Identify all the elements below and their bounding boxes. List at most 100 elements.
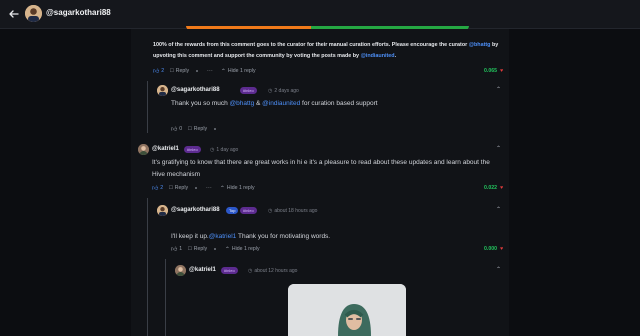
comment-timestamp: ◷ 1 day ago	[210, 147, 238, 153]
community-badge[interactable]: #inleo	[240, 87, 257, 94]
vote-count: 1	[179, 246, 183, 252]
hide-replies-label: Hide 1 reply	[231, 246, 260, 252]
share-icon: ∘	[194, 185, 198, 192]
share-button[interactable]: ∘	[194, 185, 200, 192]
chevron-up-icon: ⌃	[224, 246, 230, 253]
thumbs-up-icon: 👍︎	[171, 247, 178, 253]
reply-label: Reply	[175, 68, 190, 74]
avatar[interactable]	[157, 205, 168, 216]
reply-button[interactable]: □ Reply	[188, 246, 207, 252]
comment-timestamp: ◷ 2 days ago	[268, 88, 299, 94]
comment-author[interactable]: @katriel1	[152, 146, 179, 152]
clock-icon: ◷	[248, 268, 253, 274]
reply-text-2: for curation based support	[300, 100, 378, 107]
reply-label: Reply	[174, 185, 189, 191]
reply-actions: 👍︎ 0 □ Reply ∘	[171, 125, 225, 133]
collapse-icon[interactable]: ⌃	[496, 86, 501, 93]
more-icon: ···	[205, 185, 212, 191]
back-arrow-icon[interactable]	[8, 8, 20, 20]
curation-text-1: 100% of the rewards from this comment go…	[153, 42, 468, 48]
comment-body: It's gratifying to know that there are g…	[152, 157, 502, 181]
comment-timestamp: ◷ about 12 hours ago	[248, 268, 297, 274]
comment-icon: □	[188, 126, 192, 132]
upvote-button[interactable]: 👍︎ 1	[171, 245, 182, 253]
comment-author[interactable]: @sagarkothari88	[171, 207, 220, 213]
community-badge[interactable]: #inleo	[240, 207, 257, 214]
reply-text-1: I'll keep it up.	[171, 233, 209, 240]
hide-replies-button[interactable]: ⌃ Hide 1 reply	[220, 185, 255, 192]
avatar[interactable]	[138, 144, 149, 155]
community-link[interactable]: @indiaunited	[361, 53, 395, 59]
collapse-icon[interactable]: ⌃	[496, 145, 501, 152]
reply-text-1: Thank you so much	[171, 100, 228, 107]
curator-link[interactable]: @bhattg	[469, 42, 491, 48]
avatar[interactable]	[157, 85, 168, 96]
avatar[interactable]	[175, 265, 186, 276]
reply-button[interactable]: □ Reply	[188, 126, 207, 132]
comment-icon: □	[188, 246, 192, 252]
share-button[interactable]: ∘	[213, 126, 219, 133]
comment-text-1: It's gratifying to know that there are g…	[152, 159, 461, 166]
downvote-icon[interactable]: ♥︎	[500, 246, 503, 252]
payout-amount: 0.000	[484, 246, 497, 252]
comment-author[interactable]: @katriel1	[189, 267, 216, 273]
curation-text-3: .	[394, 53, 397, 59]
community-badge[interactable]: #inleo	[221, 267, 238, 274]
thread-line	[165, 259, 166, 336]
comment-timestamp: ◷ about 18 hours ago	[268, 208, 317, 214]
downvote-icon[interactable]: ♥︎	[500, 185, 503, 191]
clock-icon: ◷	[268, 88, 273, 94]
share-button[interactable]: ∘	[213, 246, 219, 253]
reply-label: Reply	[193, 246, 208, 252]
reply-body: I'll keep it up.@katriel1 Thank you for …	[171, 231, 491, 243]
comment-author[interactable]: @sagarkothari88	[171, 87, 220, 93]
top-badge[interactable]: Top	[226, 207, 239, 214]
community-badge[interactable]: #inleo	[184, 146, 201, 153]
upvote-button[interactable]: 👍︎ 2	[152, 184, 163, 192]
time-text: 1 day ago	[216, 147, 239, 153]
more-button[interactable]: ···	[206, 185, 214, 191]
payout-amount: 0.065	[484, 68, 497, 74]
reply-button[interactable]: □ Reply	[169, 185, 188, 191]
vote-count: 2	[161, 68, 165, 74]
time-text: about 18 hours ago	[274, 208, 318, 214]
time-text: about 12 hours ago	[254, 268, 298, 274]
share-icon: ∘	[213, 126, 217, 133]
comment-actions: 👍︎ 2 □ Reply ∘ ··· ⌃ Hide 1 reply	[152, 184, 261, 192]
share-icon: ∘	[213, 246, 217, 253]
mention-link[interactable]: @bhattg	[230, 100, 255, 107]
mention-link[interactable]: @indiaunited	[262, 100, 300, 107]
hide-replies-button[interactable]: ⌃ Hide 1 reply	[225, 246, 260, 253]
share-button[interactable]: ∘	[195, 68, 201, 75]
thread-line	[147, 81, 148, 133]
upvote-button[interactable]: 👍︎ 2	[153, 67, 164, 75]
reply-button[interactable]: □ Reply	[170, 68, 189, 74]
downvote-icon[interactable]: ♥︎	[500, 68, 503, 74]
avatar[interactable]	[25, 5, 42, 22]
payout-amount: 0.022	[484, 185, 497, 191]
clock-icon: ◷	[210, 147, 215, 153]
comment-icon: □	[169, 185, 173, 191]
mention-link[interactable]: @katriel1	[209, 233, 237, 240]
hide-replies-label: Hide 1 reply	[226, 185, 255, 191]
more-icon: ···	[206, 68, 213, 74]
curation-actions: 👍︎ 2 □ Reply ∘ ··· ⌃ Hide 1 reply	[153, 67, 262, 75]
upvote-button[interactable]: 👍︎ 0	[171, 125, 182, 133]
reply-body: Thank you so much @bhattg & @indiaunited…	[171, 98, 491, 110]
thread-line	[147, 198, 148, 336]
hide-replies-button[interactable]: ⌃ Hide 1 reply	[221, 68, 256, 75]
reply-label: Reply	[193, 126, 208, 132]
header-username[interactable]: @sagarkothari88	[46, 8, 111, 17]
thumbs-up-icon: 👍︎	[171, 127, 178, 133]
collapse-icon[interactable]: ⌃	[496, 266, 501, 273]
payout-value[interactable]: 0.022 ♥︎	[484, 185, 503, 191]
reply-actions: 👍︎ 1 □ Reply ∘ ⌃ Hide 1 reply	[171, 245, 266, 253]
more-button[interactable]: ···	[207, 68, 215, 74]
collapse-icon[interactable]: ⌃	[496, 206, 501, 213]
share-icon: ∘	[195, 68, 199, 75]
payout-value[interactable]: 0.065 ♥︎	[484, 68, 503, 74]
reply-text-2: Thank you for motivating words.	[236, 233, 331, 240]
payout-value[interactable]: 0.000 ♥︎	[484, 246, 503, 252]
reply-amp: &	[254, 100, 263, 107]
embedded-video[interactable]	[288, 284, 406, 336]
